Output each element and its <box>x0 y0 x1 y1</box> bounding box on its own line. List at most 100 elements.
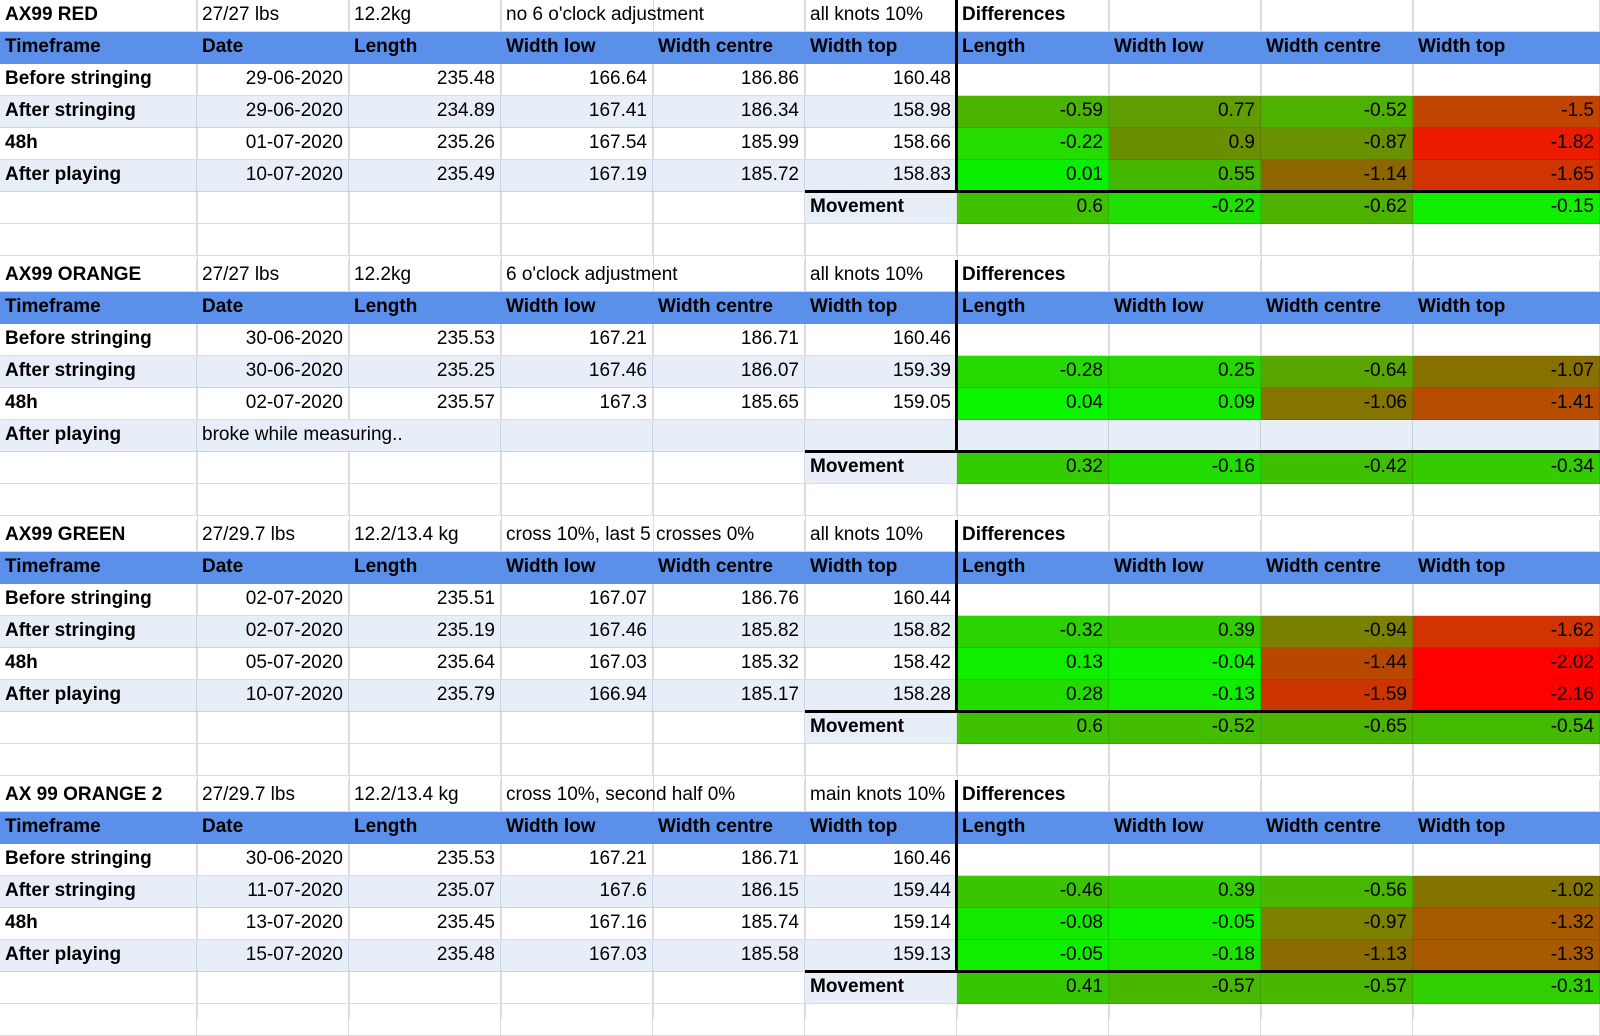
column-header[interactable]: Length <box>957 812 1109 844</box>
empty-cell[interactable] <box>501 224 653 256</box>
empty-cell[interactable] <box>197 484 349 516</box>
empty-cell[interactable] <box>349 192 501 224</box>
empty-cell[interactable] <box>1109 484 1261 516</box>
weight-cell[interactable]: 12.2kg <box>349 260 501 292</box>
column-header[interactable]: Width low <box>501 552 653 584</box>
differences-label[interactable]: Differences <box>957 780 1109 812</box>
timeframe-cell[interactable]: After stringing <box>0 356 197 388</box>
empty-cell[interactable] <box>1109 1004 1261 1036</box>
difference-cell[interactable] <box>1413 420 1600 452</box>
empty-cell[interactable] <box>1109 744 1261 776</box>
column-header[interactable]: Width top <box>1413 552 1600 584</box>
knots-cell[interactable]: main knots 10% <box>805 780 957 812</box>
weight-cell[interactable]: 12.2/13.4 kg <box>349 780 501 812</box>
timeframe-cell[interactable]: Before stringing <box>0 844 197 876</box>
wcentre-cell[interactable]: 185.17 <box>653 680 805 712</box>
empty-cell[interactable] <box>501 452 653 484</box>
timeframe-cell[interactable]: After playing <box>0 940 197 972</box>
empty-cell[interactable] <box>1413 844 1600 876</box>
empty-cell[interactable] <box>1109 780 1261 812</box>
empty-cell[interactable] <box>957 844 1109 876</box>
movement-label[interactable]: Movement <box>805 972 957 1004</box>
column-header[interactable]: Width centre <box>1261 552 1413 584</box>
wlow-cell[interactable]: 167.6 <box>501 876 653 908</box>
empty-cell[interactable] <box>349 224 501 256</box>
date-cell[interactable]: 05-07-2020 <box>197 648 349 680</box>
empty-cell[interactable] <box>957 224 1109 256</box>
difference-cell[interactable]: 0.39 <box>1109 876 1261 908</box>
timeframe-cell[interactable]: 48h <box>0 648 197 680</box>
date-cell[interactable]: 15-07-2020 <box>197 940 349 972</box>
wtop-cell[interactable]: 158.83 <box>805 160 957 192</box>
difference-cell[interactable]: 0.28 <box>957 680 1109 712</box>
wlow-cell[interactable]: 167.41 <box>501 96 653 128</box>
movement-cell[interactable]: -0.62 <box>1261 192 1413 224</box>
wcentre-cell[interactable]: 185.82 <box>653 616 805 648</box>
wtop-cell[interactable]: 160.46 <box>805 844 957 876</box>
difference-cell[interactable]: -1.59 <box>1261 680 1413 712</box>
column-header[interactable]: Length <box>957 32 1109 64</box>
wtop-cell[interactable]: 158.82 <box>805 616 957 648</box>
wcentre-cell[interactable]: 186.07 <box>653 356 805 388</box>
empty-cell[interactable] <box>1261 844 1413 876</box>
date-cell[interactable]: 30-06-2020 <box>197 356 349 388</box>
empty-cell[interactable] <box>0 972 197 1004</box>
column-header[interactable]: Timeframe <box>0 552 197 584</box>
wcentre-cell[interactable]: 186.34 <box>653 96 805 128</box>
difference-cell[interactable]: -0.04 <box>1109 648 1261 680</box>
empty-cell[interactable] <box>501 420 653 452</box>
timeframe-cell[interactable]: After stringing <box>0 876 197 908</box>
column-header[interactable]: Width top <box>1413 812 1600 844</box>
column-header[interactable]: Width top <box>1413 292 1600 324</box>
empty-cell[interactable] <box>1413 484 1600 516</box>
block-title[interactable]: AX 99 ORANGE 2 <box>0 780 197 812</box>
empty-cell[interactable] <box>653 1004 805 1036</box>
column-header[interactable]: Timeframe <box>0 32 197 64</box>
difference-cell[interactable]: 0.55 <box>1109 160 1261 192</box>
difference-cell[interactable]: 0.25 <box>1109 356 1261 388</box>
date-cell[interactable]: 29-06-2020 <box>197 64 349 96</box>
wcentre-cell[interactable]: 185.58 <box>653 940 805 972</box>
column-header[interactable]: Length <box>349 812 501 844</box>
length-cell[interactable]: 235.49 <box>349 160 501 192</box>
empty-cell[interactable] <box>653 224 805 256</box>
pattern-note-cell[interactable]: cross 10%, second half 0% <box>501 780 805 812</box>
wcentre-cell[interactable]: 185.99 <box>653 128 805 160</box>
wlow-cell[interactable]: 167.19 <box>501 160 653 192</box>
empty-cell[interactable] <box>349 484 501 516</box>
empty-cell[interactable] <box>1109 520 1261 552</box>
column-header[interactable]: Width top <box>805 32 957 64</box>
timeframe-cell[interactable]: Before stringing <box>0 64 197 96</box>
empty-cell[interactable] <box>501 744 653 776</box>
empty-cell[interactable] <box>501 192 653 224</box>
column-header[interactable]: Timeframe <box>0 812 197 844</box>
timeframe-cell[interactable]: After stringing <box>0 616 197 648</box>
wcentre-cell[interactable]: 185.74 <box>653 908 805 940</box>
differences-label[interactable]: Differences <box>957 520 1109 552</box>
difference-cell[interactable]: 0.01 <box>957 160 1109 192</box>
timeframe-cell[interactable]: After playing <box>0 160 197 192</box>
empty-cell[interactable] <box>653 744 805 776</box>
wtop-cell[interactable]: 159.44 <box>805 876 957 908</box>
empty-cell[interactable] <box>805 420 957 452</box>
timeframe-cell[interactable]: Before stringing <box>0 584 197 616</box>
wcentre-cell[interactable]: 186.71 <box>653 844 805 876</box>
length-cell[interactable]: 235.26 <box>349 128 501 160</box>
length-cell[interactable]: 235.45 <box>349 908 501 940</box>
empty-cell[interactable] <box>197 224 349 256</box>
difference-cell[interactable]: -0.56 <box>1261 876 1413 908</box>
movement-cell[interactable]: 0.6 <box>957 192 1109 224</box>
wcentre-cell[interactable]: 186.71 <box>653 324 805 356</box>
column-header[interactable]: Width centre <box>653 32 805 64</box>
wcentre-cell[interactable]: 185.65 <box>653 388 805 420</box>
empty-cell[interactable] <box>1261 1004 1413 1036</box>
empty-cell[interactable] <box>0 224 197 256</box>
tension-cell[interactable]: 27/27 lbs <box>197 0 349 32</box>
length-cell[interactable]: 235.79 <box>349 680 501 712</box>
column-header[interactable]: Width top <box>805 552 957 584</box>
column-header[interactable]: Width low <box>501 812 653 844</box>
difference-cell[interactable]: -1.62 <box>1413 616 1600 648</box>
knots-cell[interactable]: all knots 10% <box>805 520 957 552</box>
wlow-cell[interactable]: 167.46 <box>501 616 653 648</box>
empty-cell[interactable] <box>197 452 349 484</box>
